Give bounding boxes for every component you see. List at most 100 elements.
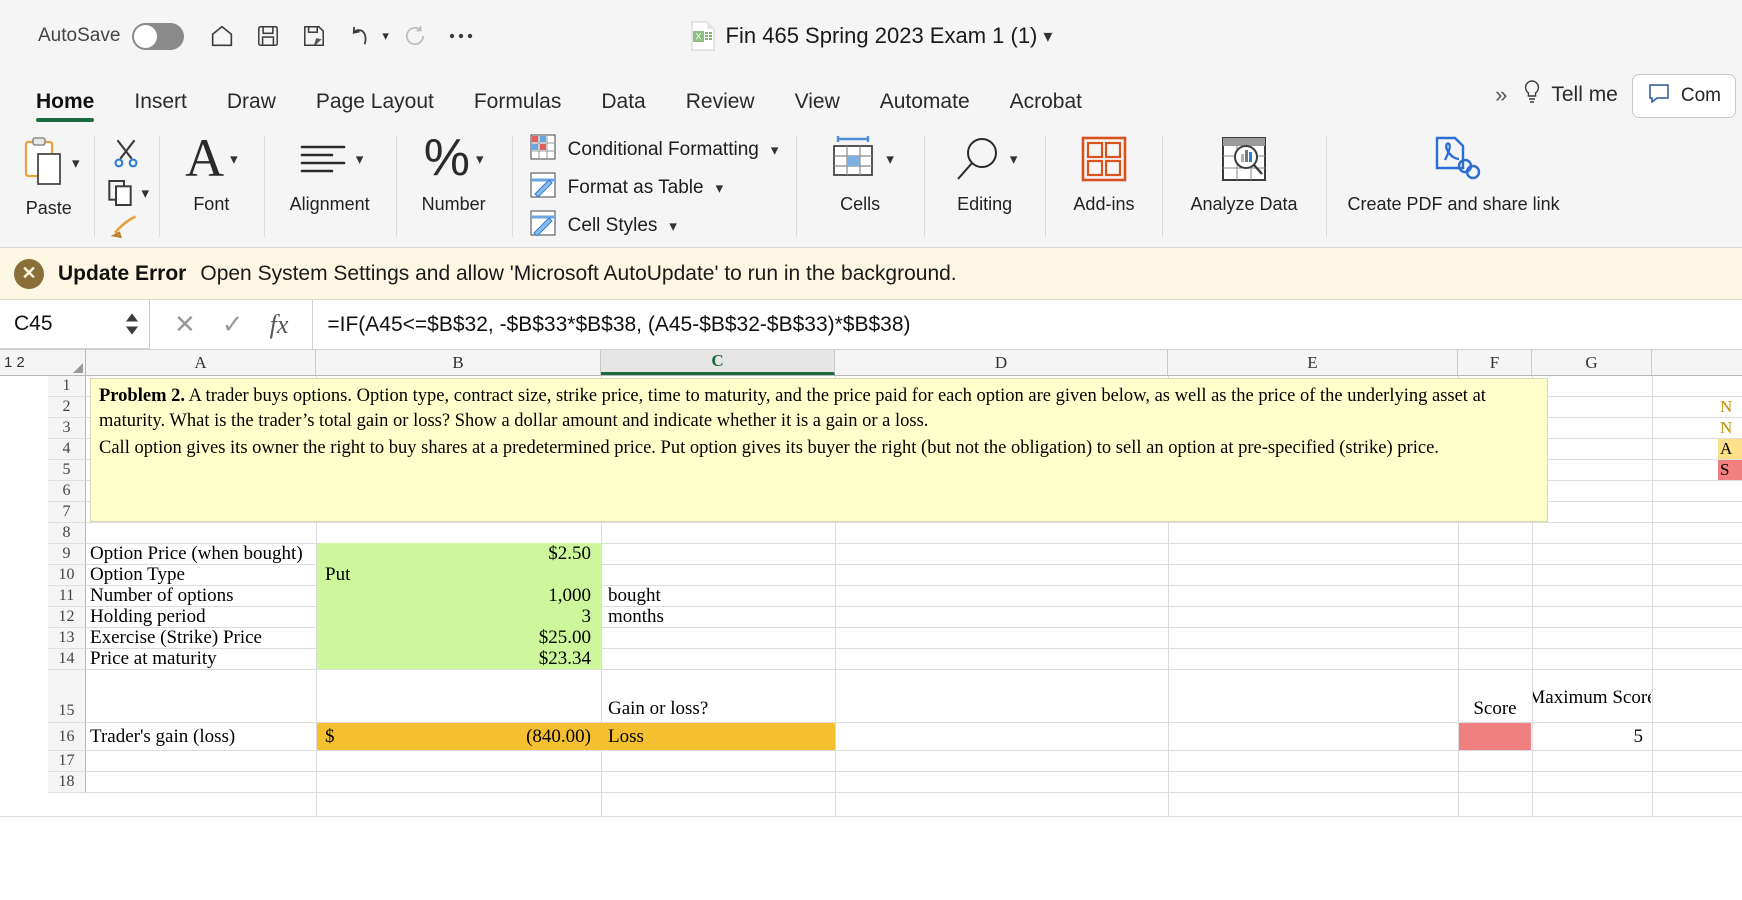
- tab-automate[interactable]: Automate: [860, 90, 990, 124]
- confirm-icon[interactable]: ✓: [222, 309, 244, 340]
- row-header-12[interactable]: 12: [48, 607, 86, 628]
- format-painter-icon[interactable]: [109, 211, 143, 246]
- tab-page-layout[interactable]: Page Layout: [296, 90, 454, 124]
- cell-a14[interactable]: Price at maturity: [86, 648, 316, 669]
- undo-dropdown-chevron-down-icon[interactable]: ▾: [382, 28, 389, 44]
- row-header-15[interactable]: 15: [48, 670, 86, 723]
- add-ins-button[interactable]: [1079, 128, 1129, 190]
- row-header-17[interactable]: 17: [48, 751, 86, 772]
- cell-b9[interactable]: $2.50: [317, 543, 600, 564]
- outline-level-1[interactable]: 1: [4, 354, 12, 371]
- cell-c15[interactable]: Gain or loss?: [602, 696, 835, 721]
- alignment-button[interactable]: ▾: [296, 128, 364, 190]
- cell-styles-button[interactable]: Cell Styles ▾: [530, 210, 779, 242]
- analyze-data-button[interactable]: [1219, 128, 1269, 190]
- cell-a9[interactable]: Option Price (when bought): [86, 543, 316, 564]
- copy-icon[interactable]: ▾: [104, 177, 150, 209]
- cancel-icon[interactable]: ✕: [174, 309, 196, 340]
- paste-chevron-down-icon[interactable]: ▾: [72, 154, 80, 172]
- cut-icon[interactable]: [109, 136, 143, 175]
- tab-data[interactable]: Data: [581, 90, 665, 124]
- row-header-3[interactable]: 3: [48, 418, 86, 439]
- column-header-c[interactable]: C: [601, 350, 835, 375]
- tab-formulas[interactable]: Formulas: [454, 90, 582, 124]
- tab-insert[interactable]: Insert: [114, 90, 207, 124]
- row-header-5[interactable]: 5: [48, 460, 86, 481]
- document-title-chevron-down-icon[interactable]: ▾: [1043, 26, 1052, 47]
- home-icon[interactable]: [202, 16, 242, 56]
- error-circle-icon[interactable]: ✕: [14, 258, 44, 289]
- cell-f16-score[interactable]: [1459, 723, 1531, 750]
- tab-home[interactable]: Home: [16, 90, 114, 124]
- row-header-11[interactable]: 11: [48, 586, 86, 607]
- row-header-16[interactable]: 16: [48, 723, 86, 751]
- tab-acrobat[interactable]: Acrobat: [990, 90, 1102, 124]
- cell-b16-value[interactable]: (840.00): [347, 723, 600, 750]
- cell-a13[interactable]: Exercise (Strike) Price: [86, 627, 316, 648]
- cell-c11[interactable]: bought: [602, 585, 835, 606]
- row-header-9[interactable]: 9: [48, 544, 86, 565]
- format-as-table-chevron-down-icon[interactable]: ▾: [716, 179, 724, 197]
- cell-f15-score-header[interactable]: Score: [1459, 696, 1531, 721]
- conditional-formatting-button[interactable]: Conditional Formatting ▾: [530, 134, 779, 166]
- ribbon-overflow-icon[interactable]: »: [1495, 82, 1507, 108]
- row-header-7[interactable]: 7: [48, 502, 86, 523]
- number-chevron-down-icon[interactable]: ▾: [476, 150, 484, 168]
- font-button[interactable]: A ▾: [185, 128, 238, 190]
- cell-b16-currency[interactable]: $: [317, 723, 347, 750]
- outline-level-buttons[interactable]: 1 2: [0, 350, 48, 375]
- cell-g16-max-score[interactable]: 5: [1533, 723, 1651, 750]
- tab-draw[interactable]: Draw: [207, 90, 296, 124]
- cell-styles-chevron-down-icon[interactable]: ▾: [669, 217, 677, 235]
- column-header-g[interactable]: G: [1532, 350, 1652, 375]
- save-as-icon[interactable]: [294, 16, 334, 56]
- column-header-d[interactable]: D: [835, 350, 1168, 375]
- undo-icon[interactable]: [340, 16, 380, 56]
- tab-view[interactable]: View: [775, 90, 860, 124]
- cell-b14[interactable]: $23.34: [317, 648, 600, 669]
- cell-c16[interactable]: Loss: [602, 723, 835, 750]
- tab-review[interactable]: Review: [666, 90, 775, 124]
- formula-input[interactable]: =IF(A45<=$B$32, -$B$33*$B$38, (A45-$B$32…: [312, 300, 1742, 349]
- row-header-10[interactable]: 10: [48, 565, 86, 586]
- row-header-6[interactable]: 6: [48, 481, 86, 502]
- problem-statement-cell[interactable]: Problem 2. A trader buys options. Option…: [90, 378, 1548, 522]
- row-header-1[interactable]: 1: [48, 376, 86, 397]
- cells-chevron-down-icon[interactable]: ▾: [886, 150, 894, 168]
- redo-icon[interactable]: [395, 16, 435, 56]
- cell-g15-max-score-header[interactable]: Maximum Score: [1533, 676, 1651, 721]
- tell-me-button[interactable]: Tell me: [1521, 79, 1618, 111]
- name-box[interactable]: C45: [0, 300, 150, 349]
- save-icon[interactable]: [248, 16, 288, 56]
- outline-level-2[interactable]: 2: [16, 354, 24, 371]
- column-header-a[interactable]: A: [86, 350, 316, 375]
- cell-a10[interactable]: Option Type: [86, 564, 316, 585]
- alignment-chevron-down-icon[interactable]: ▾: [356, 150, 364, 168]
- conditional-formatting-chevron-down-icon[interactable]: ▾: [771, 141, 779, 159]
- row-header-4[interactable]: 4: [48, 439, 86, 460]
- row-header-13[interactable]: 13: [48, 628, 86, 649]
- comments-button[interactable]: Com: [1631, 74, 1736, 118]
- column-header-f[interactable]: F: [1458, 350, 1532, 375]
- create-pdf-button[interactable]: [1427, 128, 1481, 190]
- cell-b12[interactable]: 3: [317, 606, 600, 627]
- cells-button[interactable]: ▾: [826, 128, 894, 190]
- column-header-e[interactable]: E: [1168, 350, 1458, 375]
- cell-b13[interactable]: $25.00: [317, 627, 600, 648]
- format-as-table-button[interactable]: Format as Table ▾: [530, 172, 779, 204]
- cell-c12[interactable]: months: [602, 606, 835, 627]
- cell-b11[interactable]: 1,000: [317, 585, 600, 606]
- editing-chevron-down-icon[interactable]: ▾: [1010, 150, 1018, 168]
- autosave-toggle[interactable]: [132, 22, 185, 50]
- name-box-spinner[interactable]: [125, 313, 139, 335]
- column-header-b[interactable]: B: [316, 350, 601, 375]
- fx-icon[interactable]: fx: [270, 310, 289, 340]
- row-header-14[interactable]: 14: [48, 649, 86, 670]
- editing-button[interactable]: ▾: [952, 128, 1018, 190]
- number-format-button[interactable]: % ▾: [424, 128, 484, 190]
- cell-a11[interactable]: Number of options: [86, 585, 316, 606]
- copy-chevron-down-icon[interactable]: ▾: [142, 184, 150, 202]
- cell-a16[interactable]: Trader's gain (loss): [86, 723, 316, 750]
- row-header-18[interactable]: 18: [48, 772, 86, 793]
- row-header-2[interactable]: 2: [48, 397, 86, 418]
